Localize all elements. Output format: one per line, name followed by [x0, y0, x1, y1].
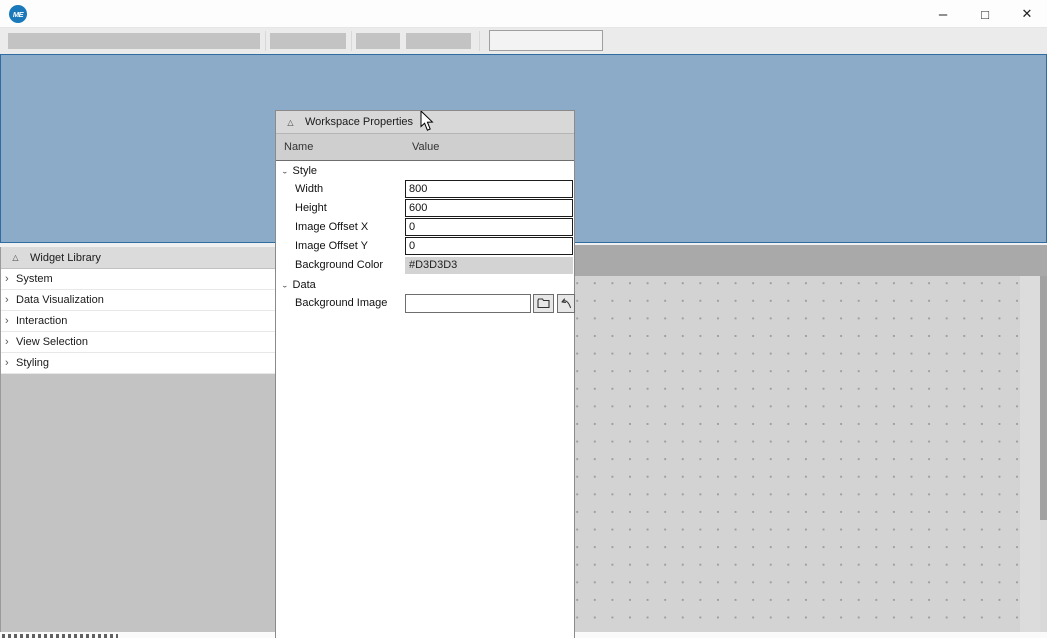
chevron-right-icon: › [5, 337, 15, 347]
property-row-image-offset-y: Image Offset Y [276, 237, 574, 256]
minimize-button[interactable]: – [926, 0, 960, 28]
property-name: Image Offset Y [295, 240, 368, 252]
widget-library-title: Widget Library [30, 252, 101, 264]
vertical-scrollbar-thumb[interactable] [1040, 276, 1047, 520]
toolbar-button-group-3[interactable] [356, 33, 400, 49]
canvas-margin-right [1020, 276, 1040, 633]
toolbar-separator [479, 31, 480, 51]
widget-library-list: › System › Data Visualization › Interact… [1, 269, 275, 374]
app-logo-icon: ME [9, 5, 27, 23]
reset-value-button[interactable] [557, 294, 575, 313]
canvas-area [575, 245, 1047, 633]
maximize-button[interactable]: □ [968, 0, 1002, 28]
sidebar-item-styling[interactable]: › Styling [1, 353, 275, 374]
undo-arrow-icon [561, 298, 572, 309]
folder-icon [537, 298, 550, 309]
close-button[interactable]: ✕ [1010, 0, 1044, 28]
background-color-field[interactable]: #D3D3D3 [405, 257, 573, 274]
column-header-name: Name [284, 141, 313, 153]
width-field[interactable] [405, 180, 573, 198]
collapse-triangle-icon[interactable]: △ [286, 118, 295, 127]
sidebar-item-label: View Selection [16, 336, 88, 348]
chevron-down-icon[interactable]: ⌄ [281, 167, 289, 176]
image-offset-y-field[interactable] [405, 237, 573, 255]
property-row-height: Height [276, 199, 574, 218]
mouse-cursor [420, 111, 434, 132]
property-row-background-color: Background Color #D3D3D3 [276, 256, 574, 275]
toolbar-separator [265, 31, 266, 51]
property-row-image-offset-x: Image Offset X [276, 218, 574, 237]
canvas-margin-top [575, 245, 1047, 276]
chevron-right-icon: › [5, 316, 15, 326]
sidebar-item-label: Styling [16, 357, 49, 369]
property-name: Background Image [295, 297, 387, 309]
toolbar-separator [351, 31, 352, 51]
height-field[interactable] [405, 199, 573, 217]
sidebar-item-data-visualization[interactable]: › Data Visualization [1, 290, 275, 311]
toolbar-button-group-2[interactable] [270, 33, 346, 49]
workspace-properties-panel: △ Workspace Properties Name Value ⌄ Styl… [275, 110, 575, 638]
property-name: Height [295, 202, 327, 214]
group-row-style[interactable]: ⌄ Style [276, 161, 574, 180]
workspace-design-surface[interactable] [575, 276, 1020, 633]
app-window: ME – □ ✕ △ Widget Library › System › Dat… [0, 0, 1047, 638]
property-name: Background Color [295, 259, 383, 271]
browse-folder-button[interactable] [533, 294, 554, 313]
properties-column-header: Name Value [276, 134, 574, 161]
property-row-background-image: Background Image [276, 294, 574, 315]
sidebar-item-label: Data Visualization [16, 294, 104, 306]
toolbar [0, 28, 1047, 54]
background-image-field[interactable] [405, 294, 531, 313]
image-offset-x-field[interactable] [405, 218, 573, 236]
widget-library-header[interactable]: △ Widget Library [1, 247, 275, 269]
property-name: Image Offset X [295, 221, 368, 233]
toolbar-button-group-4[interactable] [406, 33, 471, 49]
sidebar-item-label: Interaction [16, 315, 67, 327]
group-row-data[interactable]: ⌄ Data [276, 275, 574, 294]
vertical-scrollbar[interactable] [1040, 276, 1047, 633]
toolbar-combo-input[interactable] [489, 30, 603, 51]
toolbar-button-group-1[interactable] [8, 33, 260, 49]
title-bar: ME – □ ✕ [0, 0, 1047, 28]
group-label: Style [293, 165, 317, 177]
chevron-right-icon: › [5, 295, 15, 305]
sidebar-item-label: System [16, 273, 53, 285]
widget-library-panel: △ Widget Library › System › Data Visuali… [0, 247, 275, 632]
group-label: Data [293, 279, 316, 291]
property-name: Width [295, 183, 323, 195]
sidebar-item-system[interactable]: › System [1, 269, 275, 290]
column-header-value: Value [412, 141, 439, 153]
sidebar-item-view-selection[interactable]: › View Selection [1, 332, 275, 353]
sidebar-item-interaction[interactable]: › Interaction [1, 311, 275, 332]
chevron-down-icon[interactable]: ⌄ [281, 281, 289, 290]
collapse-triangle-icon[interactable]: △ [11, 253, 20, 262]
workspace-properties-title: Workspace Properties [305, 116, 413, 128]
chevron-right-icon: › [5, 358, 15, 368]
clipped-text-artifact [2, 634, 118, 638]
property-row-width: Width [276, 180, 574, 199]
chevron-right-icon: › [5, 274, 15, 284]
